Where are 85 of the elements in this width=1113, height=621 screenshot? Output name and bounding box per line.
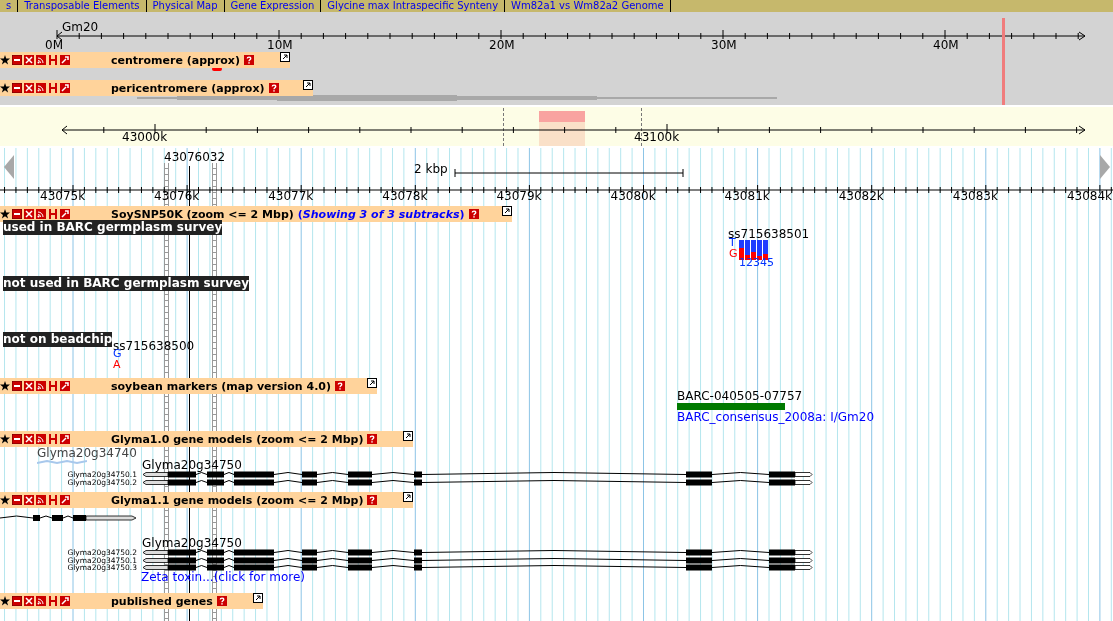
star-icon[interactable] (0, 83, 10, 93)
close-icon[interactable] (24, 434, 34, 444)
gene-name[interactable]: Glyma20g34740 (37, 447, 137, 460)
help-icon[interactable] (268, 83, 279, 93)
rss-icon[interactable] (36, 55, 46, 65)
axis-label: 10M (267, 38, 293, 52)
marker-map-link[interactable]: BARC_consensus_2008a: I/Gm20 (677, 410, 875, 424)
region-edge-line (503, 108, 504, 146)
star-icon[interactable] (0, 495, 10, 505)
minus-icon[interactable] (12, 596, 22, 606)
allele-frequency-drawing (738, 240, 769, 260)
rss-icon[interactable] (36, 83, 46, 93)
popout-icon[interactable] (403, 431, 413, 441)
minus-icon[interactable] (12, 55, 22, 65)
track-title: Glyma1.0 gene models (zoom <= 2 Mbp) (111, 432, 364, 446)
help-icon[interactable] (216, 596, 227, 606)
minus-icon[interactable] (12, 209, 22, 219)
star-icon[interactable] (0, 596, 10, 606)
ruler-label: 43082k (838, 189, 884, 203)
axis-label: 0M (45, 38, 63, 52)
star-icon[interactable] (0, 55, 10, 65)
minus-icon[interactable] (12, 495, 22, 505)
ruler-label: 43080k (610, 189, 656, 203)
region-edge-line (641, 108, 642, 146)
allele-label: G (729, 248, 738, 260)
rss-icon[interactable] (36, 209, 46, 219)
position-label: 43076032 (164, 150, 226, 164)
popout-icon[interactable] (502, 206, 512, 216)
ruler-label: 43079k (496, 189, 542, 203)
scale-label: 2 kbp (414, 162, 448, 176)
close-icon[interactable] (24, 495, 34, 505)
subtrack-count[interactable]: (Showing 3 of 3 subtracks) (297, 207, 465, 221)
track-title: centromere (approx) (111, 53, 240, 67)
help-icon[interactable] (367, 495, 378, 505)
ruler-label: 43075k (40, 189, 86, 203)
rss-icon[interactable] (36, 495, 46, 505)
track-title: soybean markers (map version 4.0) (111, 379, 331, 393)
ruler-label: 43078k (382, 189, 428, 203)
star-icon[interactable] (0, 434, 10, 444)
rss-icon[interactable] (36, 434, 46, 444)
track-title: pericentromere (approx) (111, 81, 265, 95)
subtrack-label: used in BARC germplasm survey (3, 220, 223, 235)
subtrack-label: not on beadchip (3, 332, 113, 347)
rss-icon[interactable] (36, 381, 46, 391)
axis-label: 43100k (634, 130, 680, 144)
axis-label: 30M (711, 38, 737, 52)
help-icon[interactable] (468, 209, 479, 219)
ruler-label: 43077k (268, 189, 314, 203)
axis-label: 43000k (122, 130, 168, 144)
close-icon[interactable] (24, 83, 34, 93)
marker-name[interactable]: BARC-040505-07757 (677, 389, 803, 403)
axis-label: 40M (933, 38, 959, 52)
minus-icon[interactable] (12, 381, 22, 391)
allele-label: T (729, 237, 736, 249)
track-title: Glyma1.1 gene models (zoom <= 2 Mbp) (111, 493, 364, 507)
ruler-label: 43084k (1066, 189, 1112, 203)
close-icon[interactable] (24, 381, 34, 391)
allele-label: A (113, 359, 121, 371)
ruler-label: 43081k (724, 189, 770, 203)
popout-icon[interactable] (403, 492, 413, 502)
marker-bar[interactable] (677, 403, 785, 410)
close-icon[interactable] (24, 596, 34, 606)
help-icon[interactable] (335, 381, 345, 391)
region-highlight (539, 111, 585, 146)
gene-model-drawing (37, 460, 87, 465)
help-icon[interactable] (367, 434, 378, 444)
track-title: published genes (111, 594, 213, 608)
help-icon[interactable] (244, 55, 254, 65)
axis-label: 20M (489, 38, 515, 52)
sample-numbers: 12345 (739, 257, 774, 269)
rss-icon[interactable] (36, 596, 46, 606)
popout-icon[interactable] (367, 378, 377, 388)
popout-icon[interactable] (280, 52, 290, 62)
close-icon[interactable] (24, 209, 34, 219)
subtrack-label: not used in BARC germplasm survey (3, 276, 249, 291)
star-icon[interactable] (0, 209, 10, 219)
star-icon[interactable] (0, 381, 10, 391)
track-title: SoySNP50K (zoom <= 2 Mbp) (111, 207, 294, 221)
minus-icon[interactable] (12, 434, 22, 444)
close-icon[interactable] (24, 55, 34, 65)
popout-icon[interactable] (303, 80, 313, 90)
ruler-label: 43083k (952, 189, 998, 203)
popout-icon[interactable] (253, 593, 263, 603)
chromosome-name: Gm20 (62, 20, 99, 34)
minus-icon[interactable] (12, 83, 22, 93)
